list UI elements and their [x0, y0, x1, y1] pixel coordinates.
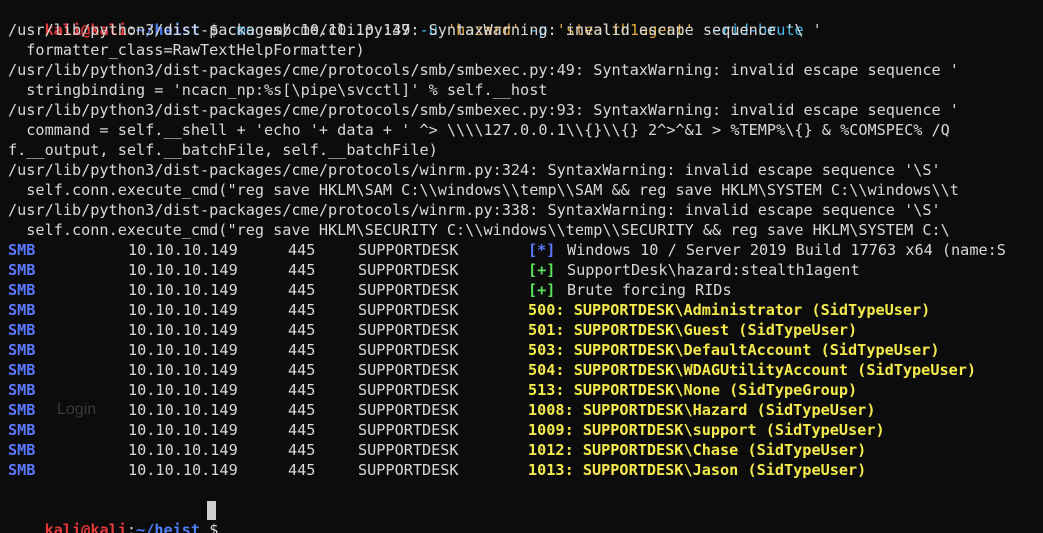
ip-address: 10.10.10.149 — [128, 441, 238, 459]
warning-line: self.conn.execute_cmd("reg save HKLM\SEC… — [8, 221, 950, 239]
prompt-user: kali — [44, 521, 82, 533]
ip-address: 10.10.10.149 — [128, 461, 238, 479]
port-number: 445 — [288, 401, 316, 419]
hostname: SUPPORTDESK — [358, 281, 459, 299]
protocol-label: SMB — [8, 361, 36, 379]
hostname: SUPPORTDESK — [358, 401, 459, 419]
status-marker: [+] — [528, 281, 556, 299]
warning-line: command = self.__shell + 'echo '+ data +… — [8, 121, 950, 139]
prompt-path: ~/heist — [136, 521, 201, 533]
rid-entry: 513: SUPPORTDESK\None (SidTypeGroup) — [528, 381, 858, 399]
result-message: SupportDesk\hazard:stealth1agent — [567, 261, 860, 279]
protocol-label: SMB — [8, 261, 36, 279]
prompt-at: @ — [81, 521, 91, 533]
ip-address: 10.10.10.149 — [128, 281, 238, 299]
ip-address: 10.10.10.149 — [128, 361, 238, 379]
ip-address: 10.10.10.149 — [128, 261, 238, 279]
ip-address: 10.10.10.149 — [128, 301, 238, 319]
ip-address: 10.10.10.149 — [128, 321, 238, 339]
protocol-label: SMB — [8, 401, 36, 419]
ip-address: 10.10.10.149 — [128, 401, 238, 419]
command-line: kali@kali:~/heist $ cme smb 10.10.10.149… — [8, 0, 804, 39]
result-message: Brute forcing RIDs — [567, 281, 732, 299]
hostname: SUPPORTDESK — [358, 441, 459, 459]
hostname: SUPPORTDESK — [358, 421, 459, 439]
port-number: 445 — [288, 321, 316, 339]
port-number: 445 — [288, 421, 316, 439]
protocol-label: SMB — [8, 281, 36, 299]
hostname: SUPPORTDESK — [358, 321, 459, 339]
rid-entry: 503: SUPPORTDESK\DefaultAccount (SidType… — [528, 341, 940, 359]
ip-address: 10.10.10.149 — [128, 381, 238, 399]
warning-line: /usr/lib/python3/dist-packages/cme/proto… — [8, 61, 959, 79]
protocol-label: SMB — [8, 301, 36, 319]
ip-address: 10.10.10.149 — [128, 421, 238, 439]
port-number: 445 — [288, 461, 316, 479]
port-number: 445 — [288, 281, 316, 299]
prompt-host: kali — [90, 521, 127, 533]
text-cursor — [207, 501, 216, 520]
warning-line: /usr/lib/python3/dist-packages/cme/cli.p… — [8, 21, 822, 39]
rid-entry: 1008: SUPPORTDESK\Hazard (SidTypeUser) — [528, 401, 876, 419]
port-number: 445 — [288, 341, 316, 359]
rid-entry: 504: SUPPORTDESK\WDAGUtilityAccount (Sid… — [528, 361, 977, 379]
status-marker: [*] — [528, 241, 556, 259]
warning-line: f.__output, self.__batchFile, self.__bat… — [8, 141, 438, 159]
hostname: SUPPORTDESK — [358, 301, 459, 319]
rid-entry: 1012: SUPPORTDESK\Chase (SidTypeUser) — [528, 441, 867, 459]
port-number: 445 — [288, 241, 316, 259]
warning-line: formatter_class=RawTextHelpFormatter) — [8, 41, 365, 59]
prompt-symbol: $ — [209, 521, 219, 533]
protocol-label: SMB — [8, 461, 36, 479]
hostname: SUPPORTDESK — [358, 261, 459, 279]
status-marker: [+] — [528, 261, 556, 279]
hostname: SUPPORTDESK — [358, 241, 459, 259]
result-message: Windows 10 / Server 2019 Build 17763 x64… — [567, 241, 1006, 259]
warning-line: /usr/lib/python3/dist-packages/cme/proto… — [8, 101, 959, 119]
port-number: 445 — [288, 301, 316, 319]
ip-address: 10.10.10.149 — [128, 241, 238, 259]
rid-entry: 500: SUPPORTDESK\Administrator (SidTypeU… — [528, 301, 931, 319]
port-number: 445 — [288, 261, 316, 279]
protocol-label: SMB — [8, 381, 36, 399]
prompt-colon: : — [126, 521, 137, 533]
hostname: SUPPORTDESK — [358, 381, 459, 399]
warning-line: /usr/lib/python3/dist-packages/cme/proto… — [8, 201, 941, 219]
warning-line: /usr/lib/python3/dist-packages/cme/proto… — [8, 161, 941, 179]
warning-line: self.conn.execute_cmd("reg save HKLM\SAM… — [8, 181, 959, 199]
hostname: SUPPORTDESK — [358, 341, 459, 359]
protocol-label: SMB — [8, 321, 36, 339]
terminal-window[interactable]: kali@kali:~/heist $ cme smb 10.10.10.149… — [0, 0, 1043, 533]
rid-entry: 501: SUPPORTDESK\Guest (SidTypeUser) — [528, 321, 858, 339]
rid-entry: 1009: SUPPORTDESK\support (SidTypeUser) — [528, 421, 885, 439]
protocol-label: SMB — [8, 421, 36, 439]
protocol-label: SMB — [8, 441, 36, 459]
hostname: SUPPORTDESK — [358, 361, 459, 379]
port-number: 445 — [288, 381, 316, 399]
warning-line: stringbinding = 'ncacn_np:%s[\pipe\svcct… — [8, 81, 548, 99]
port-number: 445 — [288, 441, 316, 459]
ip-address: 10.10.10.149 — [128, 341, 238, 359]
hostname: SUPPORTDESK — [358, 461, 459, 479]
port-number: 445 — [288, 361, 316, 379]
final-prompt-line[interactable]: kali@kali:~/heist $ — [8, 500, 219, 533]
rid-entry: 1013: SUPPORTDESK\Jason (SidTypeUser) — [528, 461, 867, 479]
background-login-text: Login — [57, 401, 97, 418]
protocol-label: SMB — [8, 341, 36, 359]
protocol-label: SMB — [8, 241, 36, 259]
